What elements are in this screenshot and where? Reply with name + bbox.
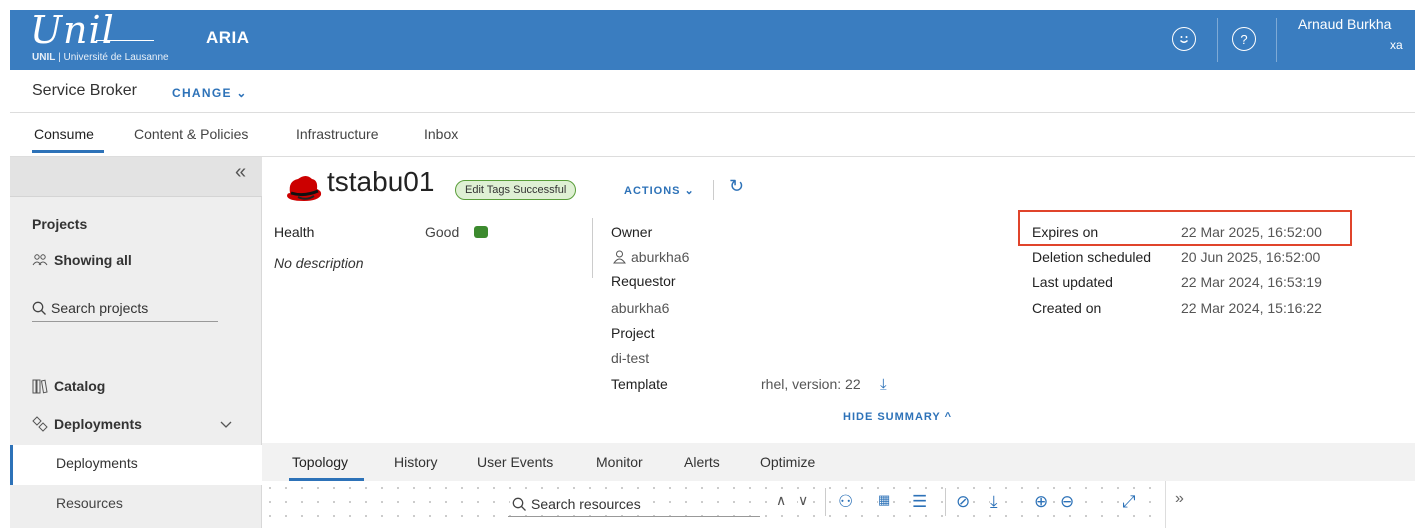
- deployments-icon: [32, 416, 48, 432]
- redhat-logo-icon: [287, 176, 322, 201]
- template-value: rhel, version: 22: [761, 376, 861, 392]
- topology-layout-icon[interactable]: ⚇: [838, 492, 854, 512]
- user-icon: [613, 250, 626, 264]
- zoom-out-icon[interactable]: ⊖: [1060, 492, 1075, 512]
- created-on-value: 22 Mar 2024, 15:16:22: [1181, 300, 1322, 316]
- divider: [10, 112, 1415, 113]
- search-underline: [32, 321, 218, 322]
- tab-alerts[interactable]: Alerts: [684, 454, 720, 470]
- requestor-value: aburkha6: [611, 300, 670, 316]
- service-broker-title: Service Broker: [32, 82, 137, 99]
- sidebar: « Projects Showing all Search projects C…: [10, 157, 262, 528]
- tab-optimize[interactable]: Optimize: [760, 454, 815, 470]
- help-icon[interactable]: ?: [1232, 27, 1256, 51]
- unil-logo[interactable]: Unil: [30, 8, 115, 52]
- logo-underline: [96, 40, 154, 41]
- previous-result-icon[interactable]: ∧: [776, 492, 787, 509]
- sidebar-item-deployments-active[interactable]: Deployments: [10, 445, 262, 485]
- actions-dropdown[interactable]: ACTIONS ⌄: [624, 184, 695, 197]
- list-view-icon[interactable]: ☰: [912, 492, 928, 512]
- search-resources-placeholder: Search resources: [531, 496, 641, 512]
- last-updated-value: 22 Mar 2024, 16:53:19: [1181, 274, 1322, 290]
- health-value: Good: [425, 224, 460, 240]
- download-icon[interactable]: ⤓: [880, 376, 887, 393]
- next-result-icon[interactable]: ∨: [798, 492, 809, 509]
- grid-view-icon[interactable]: ▦: [878, 492, 891, 508]
- change-button[interactable]: CHANGE ⌄: [172, 86, 248, 100]
- search-icon: [512, 497, 526, 511]
- user-name[interactable]: Arnaud Burkha: [1298, 16, 1391, 32]
- health-label: Health: [274, 224, 315, 240]
- project-label: Project: [611, 325, 655, 341]
- hide-summary-button[interactable]: HIDE SUMMARY ^: [843, 411, 952, 423]
- hide-connections-icon[interactable]: ⊘: [956, 492, 971, 512]
- edit-tags-status-badge[interactable]: Edit Tags Successful: [455, 180, 577, 200]
- owner-label: Owner: [611, 224, 653, 240]
- search-resources-input[interactable]: Search resources: [510, 496, 643, 512]
- deployment-description: No description: [274, 255, 364, 271]
- tab-infrastructure[interactable]: Infrastructure: [296, 126, 378, 142]
- search-projects-input[interactable]: Search projects: [32, 300, 148, 316]
- tab-monitor[interactable]: Monitor: [596, 454, 643, 470]
- search-underline: [508, 516, 760, 517]
- projects-heading: Projects: [32, 216, 88, 232]
- zoom-in-icon[interactable]: ⊕: [1034, 492, 1049, 512]
- expand-icon[interactable]: ⤢: [1122, 492, 1136, 512]
- deployment-name: tstabu01: [327, 166, 435, 197]
- sidebar-item-resources[interactable]: Resources: [10, 485, 262, 525]
- fit-to-screen-icon[interactable]: ⤓: [990, 492, 998, 512]
- catalog-label: Catalog: [54, 378, 106, 394]
- search-icon: [32, 301, 46, 315]
- tab-topology[interactable]: Topology: [292, 454, 348, 470]
- created-on-label: Created on: [1032, 300, 1102, 316]
- showing-all-filter[interactable]: Showing all: [32, 252, 132, 268]
- tab-history[interactable]: History: [394, 454, 438, 470]
- template-label: Template: [611, 376, 668, 392]
- header-separator: [1276, 18, 1277, 62]
- deletion-scheduled-label: Deletion scheduled: [1032, 249, 1152, 265]
- topology-side-panel: [1165, 481, 1415, 528]
- users-icon: [32, 254, 48, 266]
- toolbar-separator: [825, 488, 826, 516]
- requestor-label: Requestor: [611, 273, 676, 289]
- sidebar-item-label: Deployments: [56, 455, 138, 471]
- summary-separator: [592, 218, 593, 278]
- toolbar-separator: [713, 180, 714, 200]
- topology-canvas[interactable]: [262, 481, 1165, 528]
- sidebar-group-deployments[interactable]: Deployments: [32, 416, 142, 432]
- expand-side-panel-icon[interactable]: »: [1175, 490, 1184, 508]
- health-status-icon: [474, 226, 488, 238]
- showing-all-label: Showing all: [54, 252, 132, 268]
- tab-user-events[interactable]: User Events: [477, 454, 553, 470]
- logo-subtitle: UNIL | Université de Lausanne: [32, 52, 169, 63]
- refresh-icon[interactable]: ↻: [729, 176, 744, 197]
- toolbar-separator: [945, 488, 946, 516]
- sidebar-item-catalog[interactable]: Catalog: [32, 378, 105, 394]
- last-updated-label: Last updated: [1032, 274, 1113, 290]
- tab-inbox[interactable]: Inbox: [424, 126, 458, 142]
- sidebar-item-label: Resources: [56, 495, 123, 511]
- collapse-sidebar-icon[interactable]: «: [235, 161, 246, 184]
- active-tab-indicator: [32, 150, 104, 153]
- expires-value: 22 Mar 2025, 16:52:00: [1181, 224, 1322, 240]
- smiley-icon[interactable]: [1172, 27, 1196, 51]
- deletion-scheduled-value: 20 Jun 2025, 16:52:00: [1181, 249, 1321, 265]
- app-name[interactable]: ARIA: [206, 28, 250, 48]
- user-subtitle: xa: [1390, 38, 1403, 52]
- chevron-down-icon[interactable]: [220, 421, 232, 429]
- header-separator: [1217, 18, 1218, 62]
- top-header: Unil UNIL | Université de Lausanne ARIA …: [10, 8, 1415, 70]
- owner-value: aburkha6: [613, 249, 689, 265]
- catalog-icon: [32, 379, 48, 393]
- search-projects-placeholder: Search projects: [51, 300, 149, 316]
- deployments-group-label: Deployments: [54, 416, 142, 432]
- tab-content-policies[interactable]: Content & Policies: [134, 126, 248, 142]
- project-value: di-test: [611, 350, 650, 366]
- sidebar-top-bar: «: [10, 157, 262, 197]
- expires-label: Expires on: [1032, 224, 1099, 240]
- tab-consume[interactable]: Consume: [34, 126, 94, 142]
